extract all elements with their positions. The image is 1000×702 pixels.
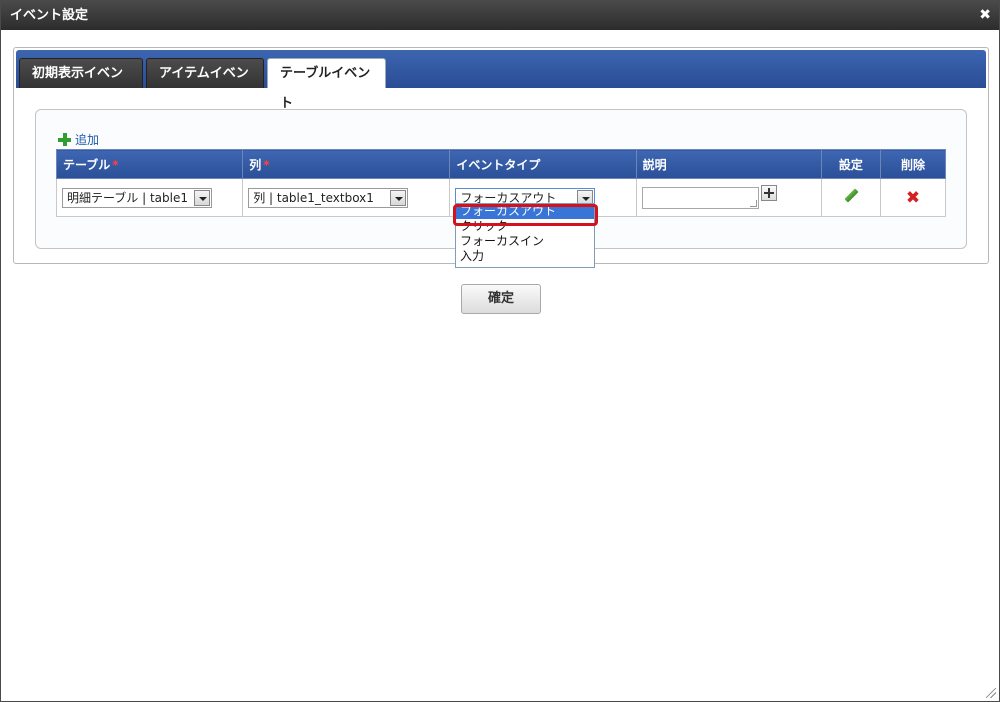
header-column: 列 * [242,149,451,179]
column-select[interactable]: 列 | table1_textbox1 [248,187,409,208]
dropdown-option-input[interactable]: 入力 [456,249,594,264]
description-input[interactable] [641,186,759,209]
header-event-type: イベントタイプ [449,149,637,179]
header-table: テーブル * [55,149,244,179]
dialog-title: イベント設定 [10,8,89,23]
chevron-down-icon[interactable] [390,189,407,206]
header-description: 説明 [635,149,822,179]
event-settings-dialog: イベント設定 ✖ 初期表示イベント アイテムイベント テーブルイベント 追加 テ… [0,0,1000,702]
pencil-icon[interactable] [842,187,860,205]
event-type-dropdown-list: フォーカスアウト クリック フォーカスイン 入力 [455,203,595,268]
dialog-titlebar[interactable]: イベント設定 ✖ [1,1,999,30]
dropdown-option-focus-in[interactable]: フォーカスイン [456,234,594,249]
table-header-row: テーブル * 列 * イベントタイプ 説明 設定 削除 [55,149,947,179]
expand-plus-icon[interactable] [760,184,777,201]
dropdown-option-focus-out[interactable]: フォーカスアウト [456,204,594,219]
add-button[interactable]: 追加 [58,131,99,148]
header-settings: 設定 [820,149,881,179]
chevron-down-icon[interactable] [194,189,210,206]
resize-grip-icon[interactable] [986,688,996,698]
tab-table-event[interactable]: テーブルイベント [267,58,386,111]
header-delete: 削除 [879,149,947,179]
tab-bar: 初期表示イベント アイテムイベント テーブルイベント [16,50,986,111]
tab-item-event[interactable]: アイテムイベント [146,58,264,111]
required-mark: * [263,157,270,172]
required-mark: * [112,157,119,172]
add-plus-icon [58,133,71,146]
add-label: 追加 [75,133,100,147]
table-select[interactable]: 明細テーブル | table1 [62,187,212,208]
tab-initial-display-event[interactable]: 初期表示イベント [19,58,143,111]
close-icon[interactable]: ✖ [979,1,991,30]
delete-x-icon[interactable]: ✖ [906,188,920,208]
dropdown-option-click[interactable]: クリック [456,219,594,234]
confirm-button[interactable]: 確定 [461,284,541,314]
